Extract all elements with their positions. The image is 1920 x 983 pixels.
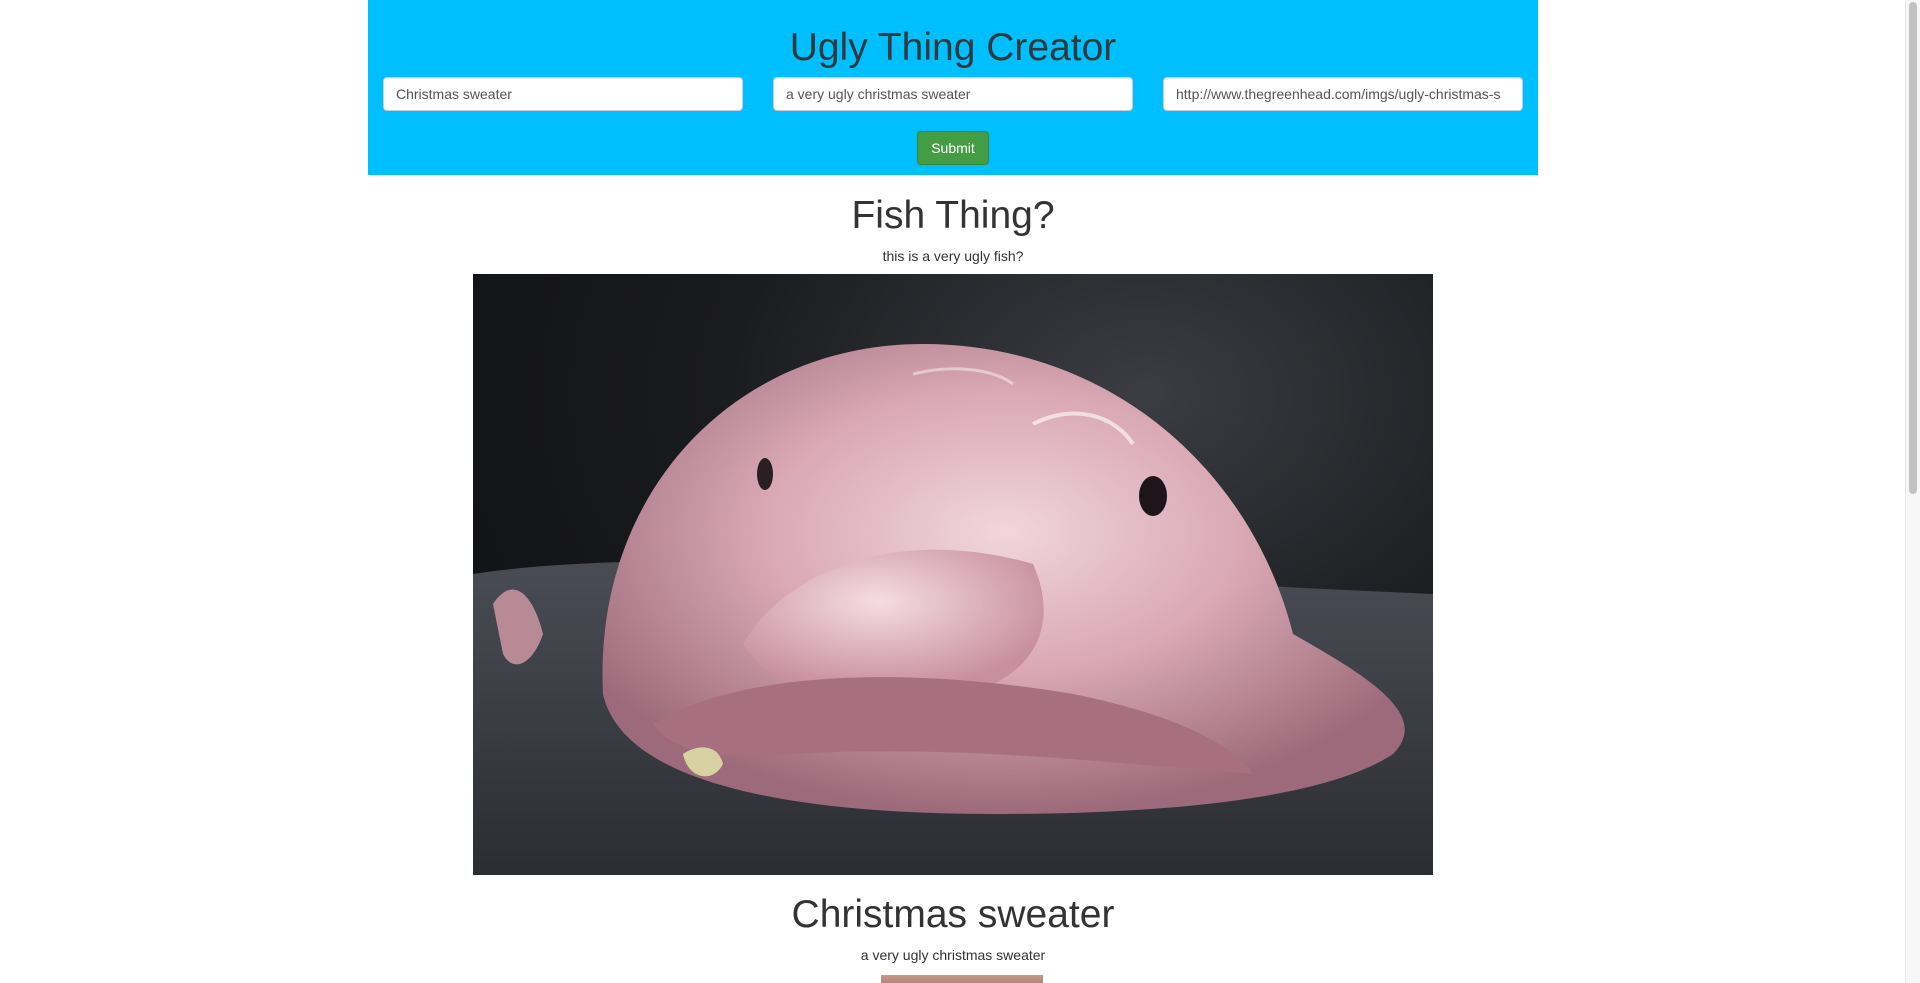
sweater-image: [881, 975, 1043, 983]
thing-card: Fish Thing? this is a very ugly fish?: [368, 192, 1538, 266]
app-title: Ugly Thing Creator: [789, 26, 1117, 69]
image-url-input[interactable]: [1163, 77, 1523, 111]
thing-description: a very ugly christmas sweater: [860, 947, 1046, 963]
blobfish-illustration: [473, 344, 1433, 875]
scrollbar-thumb[interactable]: [1909, 2, 1917, 494]
page-scrollbar[interactable]: [1905, 0, 1920, 983]
description-input[interactable]: [773, 77, 1133, 111]
submit-button[interactable]: Submit: [917, 131, 989, 165]
thing-card: Christmas sweater a very ugly christmas …: [368, 891, 1538, 965]
thing-title: Christmas sweater: [791, 893, 1115, 936]
blobfish-image: [473, 274, 1433, 875]
name-input[interactable]: [383, 77, 743, 111]
thing-title: Fish Thing?: [851, 194, 1055, 237]
thing-description: this is a very ugly fish?: [882, 248, 1024, 264]
creator-form-header: Ugly Thing Creator Submit: [368, 0, 1538, 175]
page: Ugly Thing Creator Submit Fish Thing? th…: [0, 0, 1920, 983]
